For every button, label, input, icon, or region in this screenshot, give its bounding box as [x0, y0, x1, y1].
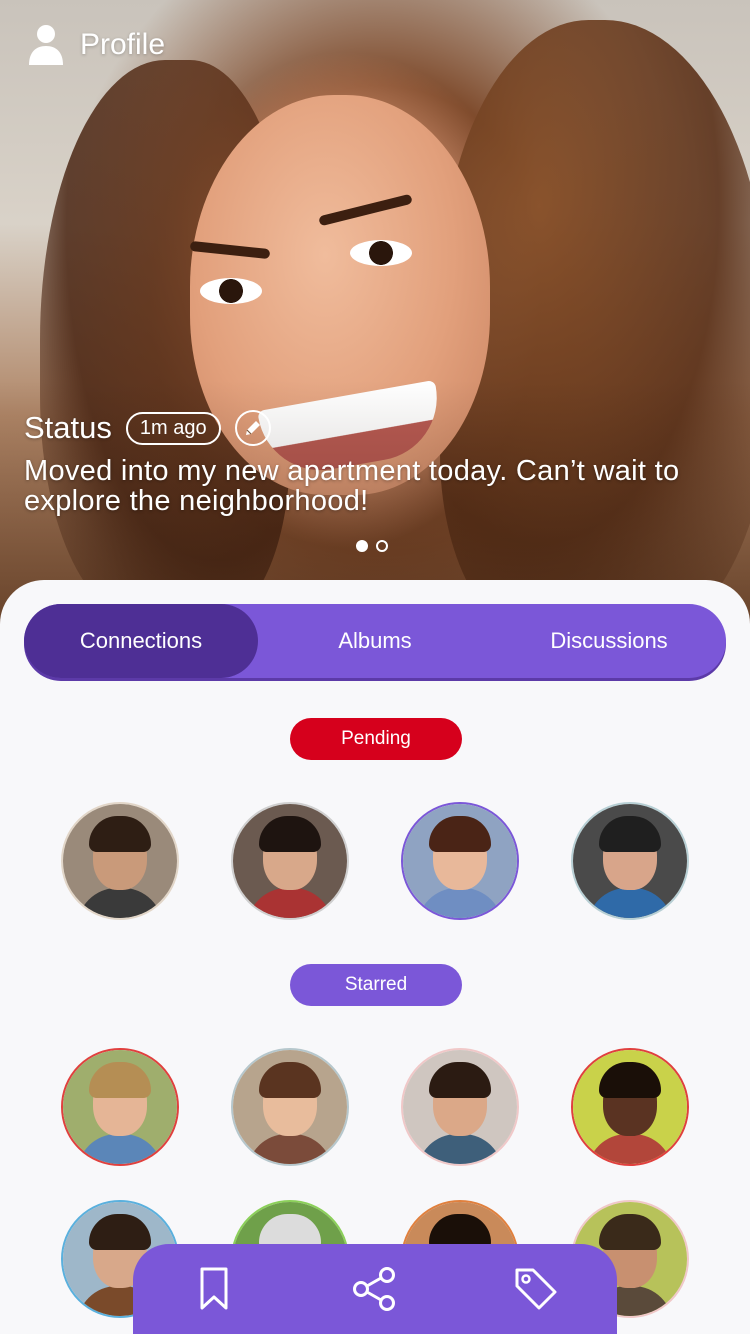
avatar[interactable]	[571, 802, 689, 920]
person-icon[interactable]	[28, 24, 64, 66]
tab-albums[interactable]: Albums	[258, 604, 492, 678]
avatar[interactable]	[61, 1048, 179, 1166]
photo-eye-right	[350, 240, 412, 266]
status-message: Moved into my new apartment today. Can’t…	[24, 455, 680, 517]
content-card: Connections Albums Discussions Pending S…	[0, 580, 750, 1334]
bookmark-icon	[200, 1267, 228, 1310]
carousel-dot-2[interactable]	[376, 540, 388, 552]
photo-eye-left	[200, 278, 262, 304]
bottom-action-bar	[133, 1244, 617, 1334]
tab-bar: Connections Albums Discussions	[24, 604, 726, 678]
avatar[interactable]	[231, 1048, 349, 1166]
profile-screen: Profile Status 1m ago Moved into my new …	[0, 0, 750, 1334]
avatar[interactable]	[231, 802, 349, 920]
tag-button[interactable]	[506, 1259, 566, 1319]
avatar[interactable]	[571, 1048, 689, 1166]
carousel-indicator	[356, 540, 388, 552]
pending-label: Pending	[290, 718, 462, 760]
edit-status-button[interactable]	[234, 410, 271, 446]
carousel-dot-1[interactable]	[356, 540, 368, 552]
starred-avatars	[0, 1048, 750, 1168]
tab-discussions[interactable]: Discussions	[492, 604, 726, 678]
status-label: Status	[24, 410, 112, 445]
avatar[interactable]	[401, 1048, 519, 1166]
share-icon	[352, 1267, 395, 1311]
pending-avatars	[0, 802, 750, 922]
share-button[interactable]	[345, 1259, 405, 1319]
avatar[interactable]	[401, 802, 519, 920]
tab-connections[interactable]: Connections	[24, 604, 258, 678]
starred-label: Starred	[290, 964, 462, 1006]
header: Profile	[28, 24, 165, 66]
pencil-icon	[245, 421, 260, 435]
tag-icon	[515, 1268, 557, 1310]
status-time-badge: 1m ago	[125, 411, 221, 445]
status-header: Status 1m ago	[24, 410, 271, 446]
bookmark-button[interactable]	[184, 1259, 244, 1319]
avatar[interactable]	[61, 802, 179, 920]
page-title: Profile	[80, 28, 166, 61]
